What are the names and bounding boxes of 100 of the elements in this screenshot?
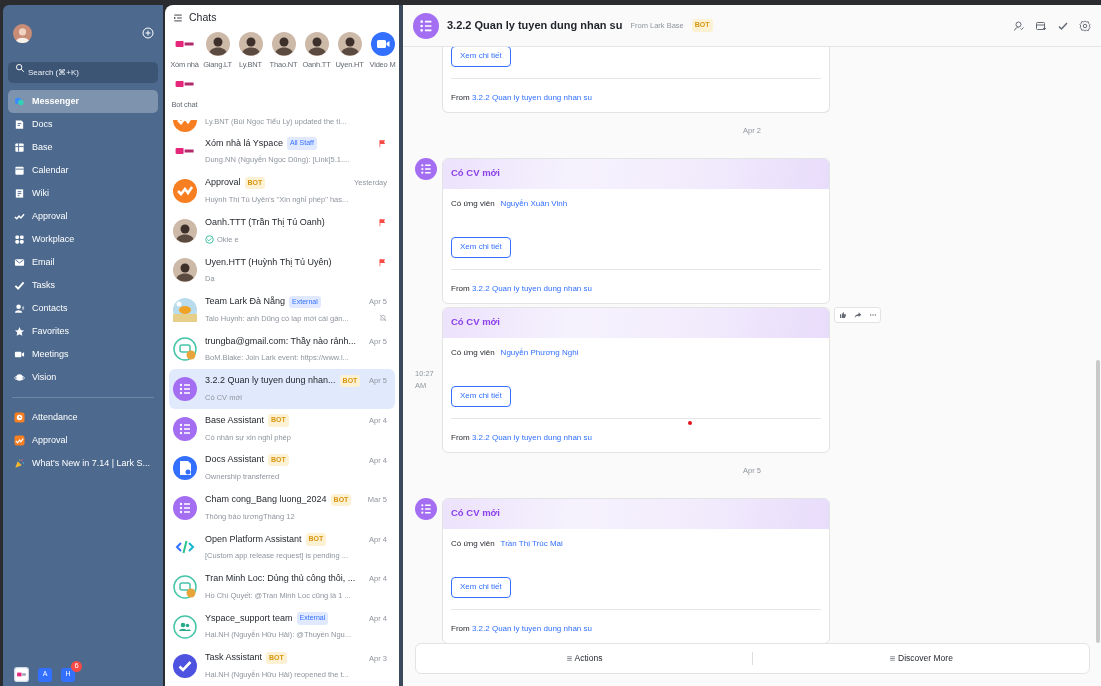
nav-item[interactable]: What's New in 7.14 | Lark S...	[8, 452, 158, 475]
list-icon	[173, 495, 197, 520]
source-line: From 3.2.2 Quan ly tuyen dung nhan su	[451, 431, 593, 444]
chat-name: Xóm nhà lá Yspace	[205, 136, 283, 150]
source-line: From 3.2.2 Quan ly tuyen dung nhan su	[451, 282, 593, 295]
action-button[interactable]: Discover More	[753, 644, 1089, 673]
cursor-dot	[688, 420, 692, 425]
flag-icon[interactable]	[378, 218, 387, 228]
nav-item[interactable]: Meetings	[8, 343, 158, 366]
wave-icon	[14, 211, 25, 222]
add-icon[interactable]	[142, 27, 154, 39]
envelope-icon	[14, 257, 25, 268]
messenger-icon	[14, 96, 25, 107]
chat-name: trungba@gmail.com: Thầy nào rảnh...	[205, 334, 357, 348]
list-icon	[173, 377, 197, 402]
people-icon	[173, 614, 197, 639]
add-tab-icon[interactable]	[1035, 19, 1047, 32]
nav-item[interactable]: Approval	[8, 429, 158, 452]
nav-item[interactable]: Email	[8, 251, 158, 274]
flag-icon[interactable]	[378, 257, 387, 267]
logo[interactable]	[174, 40, 195, 47]
star-icon	[14, 326, 25, 337]
field-label: Có ứng viên	[451, 537, 495, 550]
wave-icon	[173, 179, 197, 204]
menu-icon	[889, 655, 897, 662]
chat-name: Uyen.HTT (Huỳnh Thị Tú Uyên)	[205, 255, 332, 269]
source-link[interactable]: 3.2.2 Quan ly tuyen dung nhan su	[471, 92, 592, 102]
nav-item[interactable]: Approval	[8, 205, 158, 228]
name-link[interactable]: Nguyễn Xuân Vinh	[500, 197, 568, 210]
camera-icon[interactable]	[370, 31, 395, 56]
name-link[interactable]: Nguyễn Phương Nghi	[500, 346, 579, 359]
flag-icon[interactable]	[378, 139, 387, 148]
nav-item[interactable]: Favorites	[8, 320, 158, 343]
details-button[interactable]: Xem chi tiết	[451, 576, 511, 598]
field-label: Có ứng viên	[451, 346, 495, 359]
avatar	[173, 258, 197, 283]
checkmark-icon	[14, 280, 25, 291]
nav-item[interactable]: Wiki	[8, 182, 158, 205]
contact-icon	[14, 303, 25, 314]
source-link[interactable]: 3.2.2 Quan ly tuyen dung nhan su	[471, 283, 592, 293]
chat-name: Approval	[205, 176, 241, 190]
party-icon	[14, 458, 25, 469]
list-icon	[413, 12, 439, 39]
source-link[interactable]: 3.2.2 Quan ly tuyen dung nhan su	[471, 432, 592, 442]
nav-item[interactable]: Contacts	[8, 297, 158, 320]
avatar[interactable]	[337, 31, 362, 56]
list-title: Chats	[189, 9, 217, 25]
action-button[interactable]: Actions	[416, 644, 752, 673]
avatar[interactable]	[238, 31, 263, 56]
card-header: Có CV mới	[443, 158, 829, 189]
wave-icon	[173, 119, 197, 132]
nav-item[interactable]: Base	[8, 136, 158, 159]
avatar[interactable]	[304, 31, 329, 56]
nav-item[interactable]: Attendance	[8, 406, 158, 429]
user-avatar[interactable]	[13, 23, 32, 43]
avatar	[173, 218, 197, 243]
camera-icon	[14, 349, 25, 360]
apps-icon	[14, 234, 25, 245]
nav-item[interactable]: Messenger	[8, 90, 158, 113]
settings-icon[interactable]	[1079, 19, 1091, 32]
avatar[interactable]	[205, 31, 230, 56]
details-button[interactable]: Xem chi tiết	[451, 385, 511, 407]
grid-icon	[14, 142, 25, 153]
nav-item[interactable]: Calendar	[8, 159, 158, 182]
chat-title: 3.2.2 Quan ly tuyen dung nhan su	[447, 18, 623, 34]
chat-name: Oanh.TTT (Trần Thị Tú Oanh)	[205, 215, 325, 229]
details-button[interactable]: Xem chi tiết	[451, 47, 511, 67]
thumbs-up-icon[interactable]	[838, 310, 847, 319]
menu-icon[interactable]	[173, 12, 183, 23]
nav-item[interactable]: Docs	[8, 113, 158, 136]
app-icon[interactable]	[14, 667, 29, 682]
calendar-icon	[14, 165, 25, 176]
list-icon	[173, 416, 197, 441]
scrollbar[interactable]	[1096, 360, 1100, 643]
wave-icon	[14, 435, 25, 446]
logo	[175, 148, 195, 155]
source-line: From 3.2.2 Quan ly tuyen dung nhan su	[451, 622, 593, 635]
nav-item[interactable]: Workplace	[8, 228, 158, 251]
details-button[interactable]: Xem chi tiết	[451, 236, 511, 258]
chat-name: Open Platform Assistant	[205, 532, 302, 546]
chat-name: Cham cong_Bang luong_2024	[205, 493, 327, 507]
logo[interactable]	[174, 80, 195, 87]
chat-name: 3.2.2 Quan ly tuyen dung nhan...	[205, 374, 336, 388]
chat-name: Yspace_support team	[205, 611, 293, 625]
chat-name: Docs Assistant	[205, 453, 265, 467]
chat-icon	[173, 575, 197, 599]
chat-name: Tran Minh Loc: Dùng thủ công thôi, ...	[205, 572, 356, 586]
nav-item[interactable]: Tasks	[8, 274, 158, 297]
person-icon[interactable]	[1013, 19, 1025, 32]
source-line: From 3.2.2 Quan ly tuyen dung nhan su	[451, 91, 593, 104]
nav-item[interactable]: Vision	[8, 366, 158, 389]
planet-icon	[14, 372, 25, 383]
avatar[interactable]	[271, 31, 296, 56]
forward-icon[interactable]	[853, 310, 862, 319]
clock-icon	[14, 412, 25, 423]
source-link[interactable]: 3.2.2 Quan ly tuyen dung nhan su	[471, 623, 592, 633]
card-header: Có CV mới	[443, 498, 829, 529]
field-label: Có ứng viên	[451, 197, 495, 210]
name-link[interactable]: Trần Thị Trúc Mai	[500, 537, 563, 550]
chat-name: Task Assistant	[205, 651, 263, 665]
